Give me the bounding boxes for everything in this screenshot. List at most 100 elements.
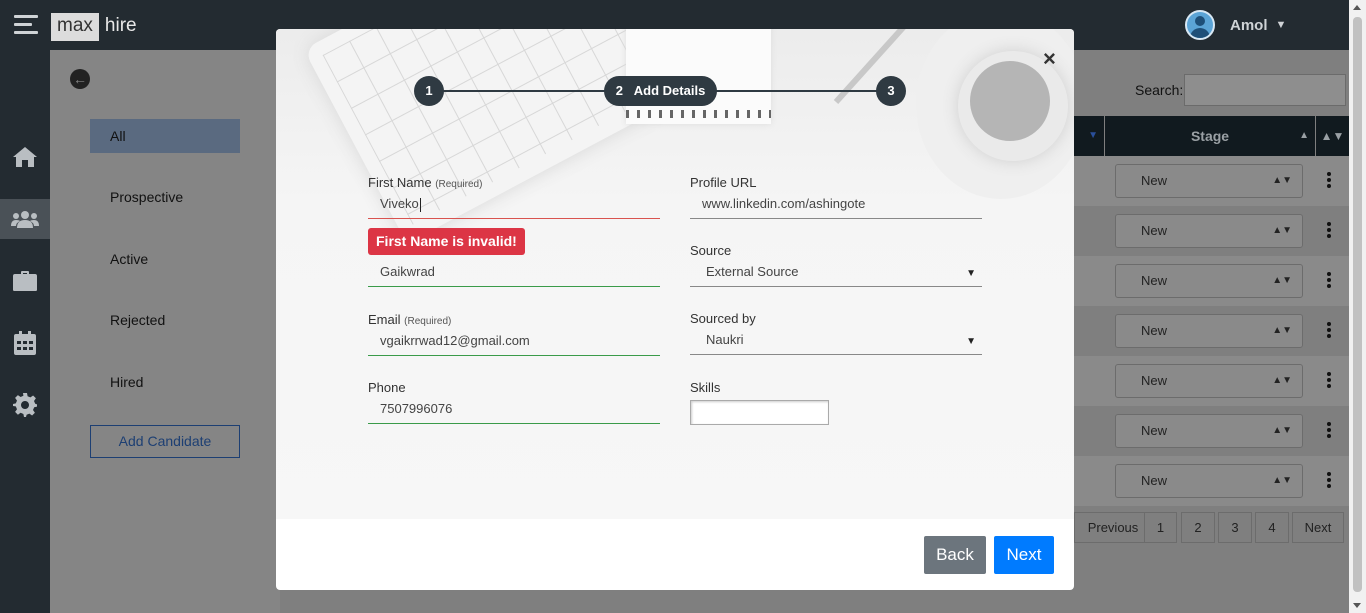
search-input[interactable] (1184, 74, 1346, 106)
actions-column-header[interactable]: ▲▼ (1316, 116, 1349, 156)
back-arrow-icon[interactable]: ← (70, 69, 90, 89)
more-options-icon[interactable] (1327, 172, 1331, 190)
scrollbar-thumb[interactable] (1353, 17, 1362, 592)
phone-field: Phone 7507996076 (368, 380, 660, 424)
pagination-page-4[interactable]: 4 (1255, 512, 1289, 543)
filter-rejected[interactable]: Rejected (90, 303, 240, 337)
skills-field: Skills (690, 380, 982, 425)
more-options-icon[interactable] (1327, 472, 1331, 490)
logo-hire: hire (104, 15, 137, 36)
source-label: Source (690, 243, 732, 258)
email-label-text: Email (368, 312, 401, 327)
email-required: (Required) (404, 316, 452, 327)
source-field: Source External Source ▼ (690, 243, 982, 287)
table-row: New ▲▼ (1074, 206, 1349, 256)
first-name-error-tooltip: First Name is invalid! (368, 228, 525, 255)
filter-prospective[interactable]: Prospective (90, 180, 240, 214)
step-2[interactable]: 2 Add Details (604, 76, 717, 106)
email-input[interactable]: vgaikrrwad12@gmail.com (368, 331, 660, 356)
avatar-icon (1185, 10, 1215, 40)
pagination-next[interactable]: Next (1292, 512, 1344, 543)
calendar-icon[interactable] (0, 323, 50, 363)
add-candidate-button[interactable]: Add Candidate (90, 425, 240, 458)
page-scrollbar[interactable] (1349, 0, 1366, 613)
pagination-page-2[interactable]: 2 (1181, 512, 1215, 543)
stage-select[interactable]: New ▲▼ (1115, 264, 1303, 298)
stage-select[interactable]: New ▲▼ (1115, 164, 1303, 198)
step-3[interactable]: 3 (876, 76, 906, 106)
stage-value: New (1141, 473, 1168, 488)
stage-value: New (1141, 273, 1168, 288)
more-options-icon[interactable] (1327, 272, 1331, 290)
sort-arrows-icon: ▲▼ (1272, 275, 1292, 286)
source-select[interactable]: External Source ▼ (690, 262, 982, 287)
pagination-page-1[interactable]: 1 (1144, 512, 1177, 543)
more-options-icon[interactable] (1327, 372, 1331, 390)
filter-active[interactable]: Active (90, 242, 240, 276)
step-2-number: 2 (615, 83, 623, 98)
stage-select[interactable]: New ▲▼ (1115, 464, 1303, 498)
sort-desc-icon[interactable]: ▼ (1074, 116, 1104, 156)
stage-select[interactable]: New ▲▼ (1115, 214, 1303, 248)
sort-arrows-icon: ▲▼ (1272, 375, 1292, 386)
pagination-previous[interactable]: Previous (1074, 512, 1152, 543)
add-candidate-modal: × 1 2 Add Details 3 First Name (Required… (276, 29, 1074, 590)
table-row: New ▲▼ (1074, 306, 1349, 356)
back-button[interactable]: Back (924, 536, 986, 574)
sourced-by-select[interactable]: Naukri ▼ (690, 330, 982, 355)
step-1[interactable]: 1 (414, 76, 444, 106)
filter-hired[interactable]: Hired (90, 365, 240, 399)
search-label: Search: (1135, 82, 1184, 98)
users-icon[interactable] (0, 199, 50, 239)
sort-arrows-icon: ▲▼ (1272, 475, 1292, 486)
filter-panel: ← All Prospective Active Rejected Hired … (50, 50, 280, 613)
table-row: New ▲▼ (1074, 456, 1349, 506)
app-logo[interactable]: max hire (51, 13, 143, 41)
stage-header-label: Stage (1190, 128, 1230, 144)
more-options-icon[interactable] (1327, 422, 1331, 440)
stage-select[interactable]: New ▲▼ (1115, 314, 1303, 348)
last-name-input[interactable]: Gaikwrad (368, 262, 660, 287)
email-field: Email (Required) vgaikrrwad12@gmail.com (368, 312, 660, 356)
first-name-required: (Required) (435, 179, 483, 190)
stage-select[interactable]: New ▲▼ (1115, 364, 1303, 398)
stage-value: New (1141, 173, 1168, 188)
pagination-page-3[interactable]: 3 (1218, 512, 1252, 543)
sort-arrows-icon: ▲▼ (1272, 325, 1292, 336)
sort-arrows-icon: ▲▼ (1272, 175, 1292, 186)
chevron-down-icon: ▼ (1275, 19, 1287, 31)
filter-all[interactable]: All (90, 119, 240, 153)
close-icon[interactable]: × (1043, 46, 1056, 72)
profile-url-label: Profile URL (690, 175, 757, 190)
stage-value: New (1141, 223, 1168, 238)
email-label: Email (Required) (368, 312, 660, 327)
first-name-label: First Name (Required) (368, 175, 660, 190)
text-cursor (419, 197, 421, 212)
gear-icon[interactable] (0, 385, 50, 425)
home-icon[interactable] (0, 137, 50, 177)
first-name-value: Viveko (380, 196, 419, 211)
first-name-input[interactable]: Viveko (368, 194, 660, 219)
more-options-icon[interactable] (1327, 322, 1331, 340)
more-options-icon[interactable] (1327, 222, 1331, 240)
phone-label: Phone (368, 380, 406, 395)
sort-icon: ▲ (1299, 130, 1309, 141)
next-button[interactable]: Next (994, 536, 1054, 574)
sort-arrows-icon: ▲▼ (1272, 225, 1292, 236)
profile-url-input[interactable]: www.linkedin.com/ashingote (690, 194, 982, 219)
dropdown-arrow-icon: ▼ (966, 268, 976, 279)
briefcase-icon[interactable] (0, 261, 50, 301)
skills-input[interactable] (690, 400, 829, 425)
phone-input[interactable]: 7507996076 (368, 399, 660, 424)
step-1-number: 1 (425, 83, 433, 98)
sourced-by-field: Sourced by Naukri ▼ (690, 311, 982, 355)
stage-select[interactable]: New ▲▼ (1115, 414, 1303, 448)
hamburger-menu-icon[interactable] (14, 15, 38, 35)
scroll-down-arrow-icon[interactable] (1353, 603, 1361, 608)
stage-column-header[interactable]: Stage ▲ (1105, 116, 1315, 156)
source-value: External Source (706, 264, 799, 279)
step-2-label: Add Details (633, 83, 706, 98)
scroll-up-arrow-icon[interactable] (1353, 5, 1361, 10)
user-menu[interactable]: Amol ▼ (1185, 10, 1286, 40)
skills-label: Skills (690, 380, 721, 395)
